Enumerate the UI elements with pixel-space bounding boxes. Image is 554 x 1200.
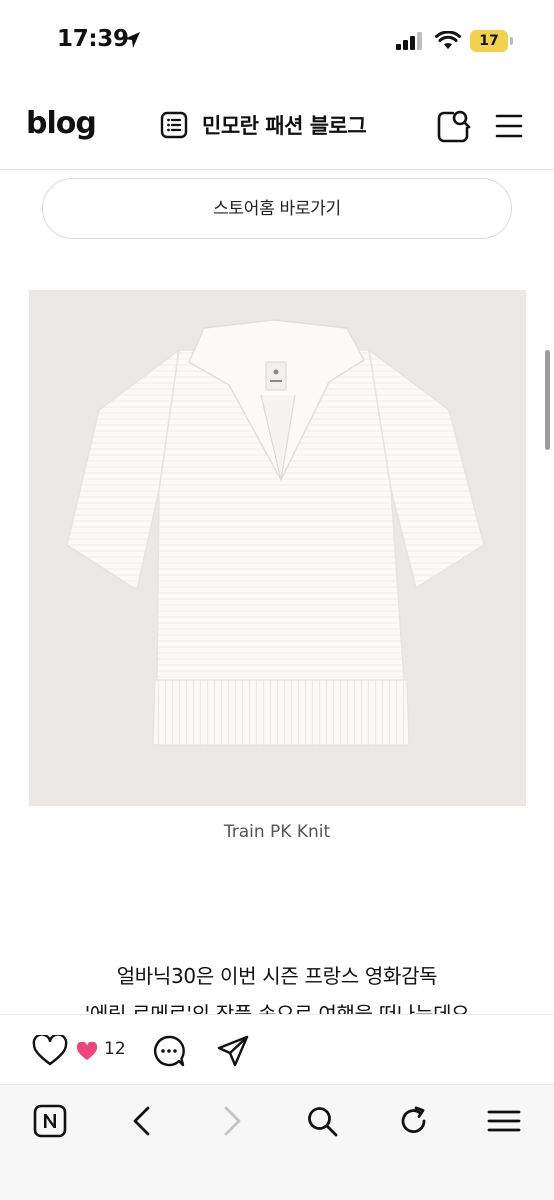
location-arrow-icon xyxy=(124,32,140,48)
back-icon[interactable] xyxy=(124,1103,160,1139)
battery-icon: 17 xyxy=(470,30,508,52)
post-paragraph: 얼바닉30은 이번 시즌 프랑스 영화감독 xyxy=(116,964,438,988)
naver-home-icon[interactable] xyxy=(32,1103,68,1139)
blog-title-link[interactable]: 민모란 패션 블로그 xyxy=(160,110,367,140)
blog-logo[interactable]: blog xyxy=(26,106,97,141)
menu-icon[interactable] xyxy=(486,1103,522,1139)
heart-filled-icon xyxy=(76,1042,98,1060)
search-icon[interactable] xyxy=(304,1103,340,1139)
scrollbar[interactable] xyxy=(545,350,550,450)
list-icon xyxy=(160,111,188,139)
blog-title: 민모란 패션 블로그 xyxy=(202,114,367,138)
battery-tip xyxy=(510,37,513,45)
status-time: 17:39 xyxy=(57,26,129,52)
battery-level: 17 xyxy=(479,33,499,49)
signal-icon xyxy=(396,32,422,50)
store-home-button[interactable]: 스토어홈 바로가기 xyxy=(42,178,512,239)
product-image[interactable] xyxy=(29,290,526,806)
image-caption: Train PK Knit xyxy=(223,822,331,842)
comment-icon[interactable] xyxy=(152,1034,186,1068)
wifi-icon xyxy=(435,31,461,49)
heart-outline-icon[interactable] xyxy=(32,1035,68,1067)
blog-header: blog 민모란 패션 블로그 xyxy=(0,84,554,170)
polo-knit-shirt-illustration xyxy=(66,319,485,746)
search-icon[interactable] xyxy=(436,108,472,144)
status-bar: 17:39 17 xyxy=(0,0,554,84)
like-count: 12 xyxy=(104,1039,126,1059)
forward-icon[interactable] xyxy=(214,1103,250,1139)
post-paragraph: '에릭 로메르'의 작품 속으로 여행을 떠나는데요 xyxy=(84,1002,470,1014)
browser-toolbar xyxy=(0,1084,554,1200)
share-icon[interactable] xyxy=(216,1034,250,1068)
post-action-bar: 12 xyxy=(0,1014,554,1084)
reload-icon[interactable] xyxy=(396,1103,432,1139)
menu-icon[interactable] xyxy=(495,112,523,140)
